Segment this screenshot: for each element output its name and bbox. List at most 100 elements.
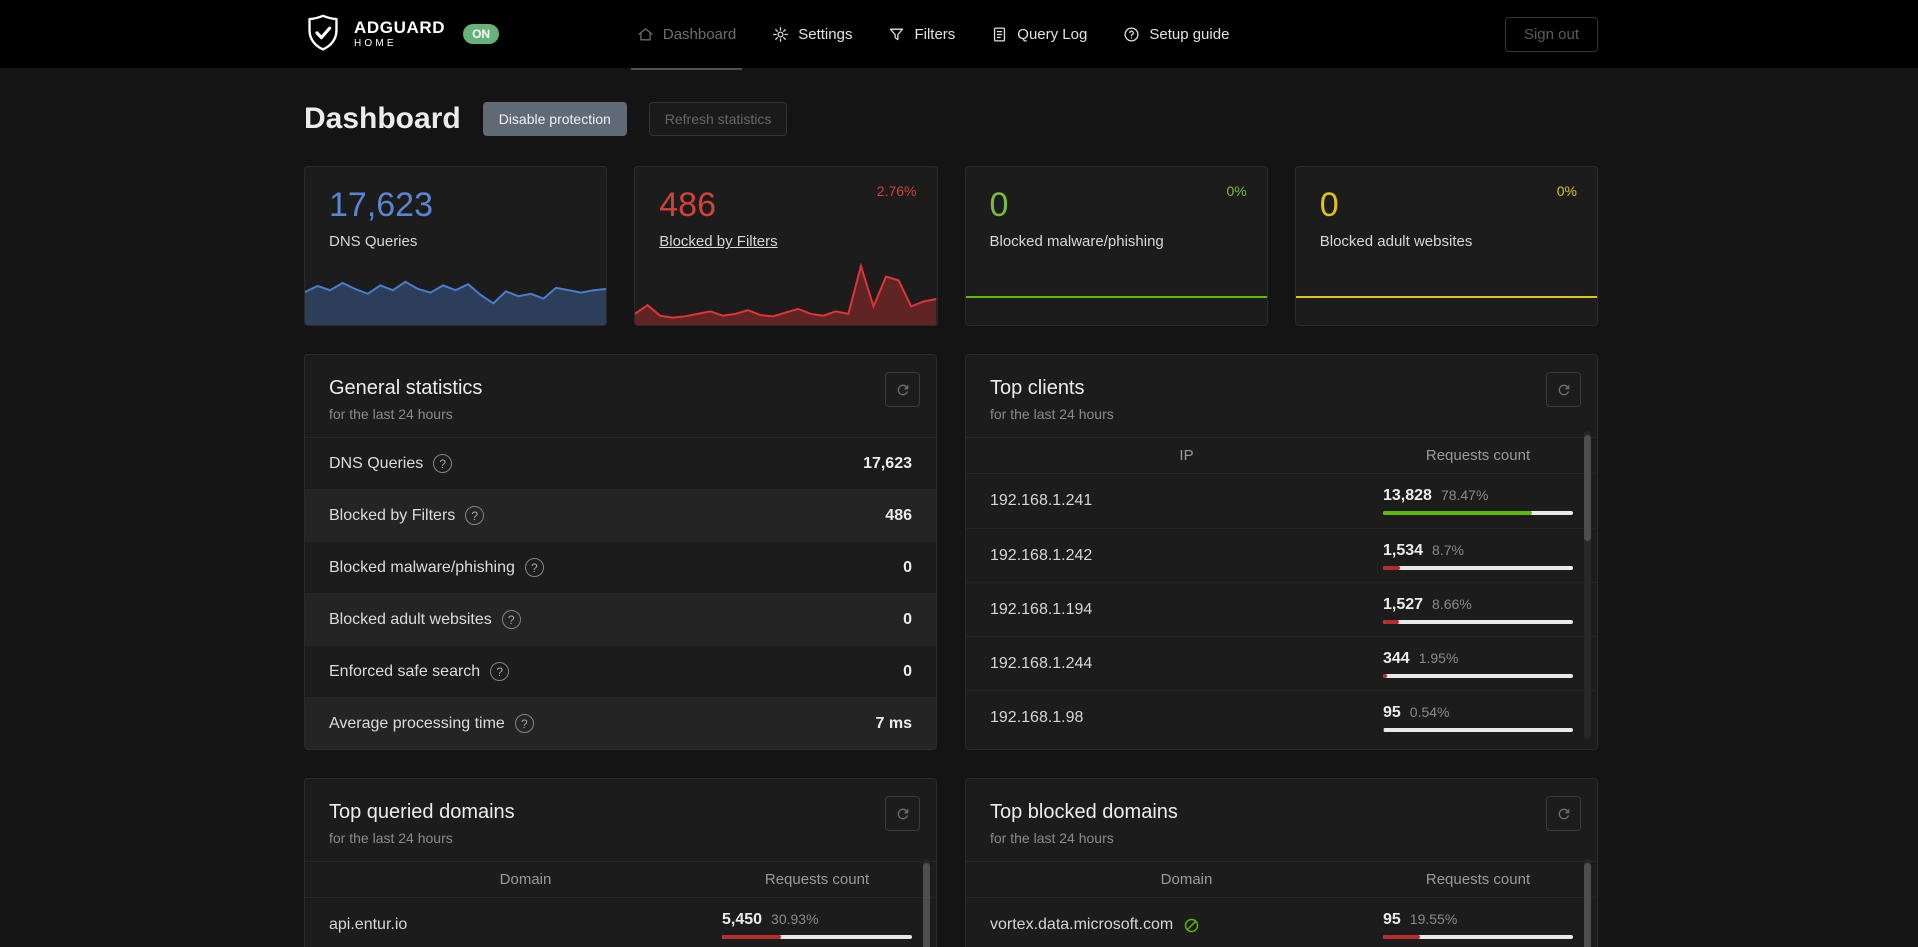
adguard-home-logo[interactable]: ADGUARD HOME ON — [304, 12, 500, 56]
blocked-by-filters-link[interactable]: Blocked by Filters — [659, 233, 777, 250]
general-stats-row: Average processing time ? 7 ms — [305, 697, 936, 749]
top-blocked-domains-card: Top blocked domains for the last 24 hour… — [965, 778, 1598, 947]
help-icon[interactable]: ? — [514, 714, 534, 733]
stat-row-label: Average processing time — [329, 714, 505, 732]
top-blocked-table-header: Domain Requests count — [966, 861, 1597, 898]
client-requests: 344 1.95% — [1383, 650, 1573, 678]
top-clients-header: Top clients for the last 24 hours — [966, 355, 1597, 437]
blocked-by-filters-sparkline — [635, 263, 937, 325]
stat-cards-row: 17,623 DNS Queries 2.76% 486 Blocked by … — [304, 166, 1598, 326]
nav-item-setup-guide[interactable]: Setup guide — [1123, 0, 1229, 68]
help-icon[interactable]: ? — [490, 662, 510, 681]
scrollbar-thumb[interactable] — [1584, 863, 1591, 947]
scrollbar-thumb[interactable] — [923, 863, 930, 947]
requests-bar-fill — [1383, 935, 1421, 939]
stat-row-value: 486 — [885, 506, 912, 524]
help-icon[interactable]: ? — [524, 558, 544, 577]
column-header-ip: IP — [1179, 447, 1194, 464]
brand-name: ADGUARD — [354, 17, 446, 37]
top-queried-table-header: Domain Requests count — [305, 861, 936, 898]
nav-label-filters: Filters — [914, 25, 956, 43]
filters-funnel-icon — [890, 28, 904, 40]
help-icon[interactable]: ? — [433, 454, 453, 473]
help-icon[interactable]: ? — [501, 610, 521, 629]
top-queried-header: Top queried domains for the last 24 hour… — [305, 779, 936, 861]
domain-percent: 19.55% — [1409, 911, 1458, 927]
refresh-icon — [1558, 808, 1569, 819]
requests-bar — [1383, 935, 1573, 939]
domain-row: vortex.data.microsoft.com 95 19.55% — [966, 898, 1597, 947]
top-queried-title: Top queried domains — [329, 801, 515, 823]
stat-row-value: 17,623 — [863, 454, 912, 472]
client-requests: 95 0.54% — [1383, 704, 1573, 732]
blocked-domain-icon — [1183, 917, 1200, 934]
setup-guide-help-icon — [1124, 26, 1139, 42]
brand-text: ADGUARD HOME — [354, 17, 446, 49]
nav-label-setup-guide: Setup guide — [1149, 25, 1230, 43]
nav-item-dashboard[interactable]: Dashboard — [630, 0, 743, 70]
top-clients-card: Top clients for the last 24 hours IP Req… — [965, 354, 1598, 750]
sign-out-button[interactable]: Sign out — [1504, 16, 1598, 52]
stat-row-label: Enforced safe search — [329, 662, 481, 680]
nav-item-filters[interactable]: Filters — [888, 0, 955, 68]
client-percent: 8.66% — [1432, 595, 1472, 612]
client-percent: 1.95% — [1418, 649, 1459, 666]
nav-item-settings[interactable]: Settings — [772, 0, 852, 68]
blocked-adult-sparkline — [1296, 269, 1597, 325]
blocked-malware-value: 0 — [989, 186, 1009, 224]
top-blocked-refresh-button[interactable] — [1546, 796, 1581, 831]
general-statistics-header: General statistics for the last 24 hours — [305, 355, 936, 437]
nav-label-dashboard: Dashboard — [662, 25, 737, 43]
requests-bar-fill — [1383, 565, 1400, 570]
column-header-requests-count: Requests count — [1425, 447, 1531, 464]
general-statistics-refresh-button[interactable] — [885, 372, 920, 407]
client-count: 1,527 — [1383, 595, 1424, 613]
blocked-domain: vortex.data.microsoft.com — [990, 916, 1174, 933]
refresh-icon — [1558, 384, 1569, 395]
top-queried-domains-card: Top queried domains for the last 24 hour… — [304, 778, 937, 947]
client-count: 13,828 — [1383, 487, 1432, 504]
top-navbar: ADGUARD HOME ON Dashboard Settings Filte… — [0, 0, 1918, 70]
general-stats-row: Enforced safe search ? 0 — [305, 645, 936, 697]
client-percent: 8.7% — [1432, 541, 1464, 558]
requests-bar — [1383, 565, 1573, 570]
client-requests: 1,534 8.7% — [1383, 542, 1573, 570]
disable-protection-button[interactable]: Disable protection — [482, 102, 627, 136]
refresh-icon — [897, 384, 908, 395]
stat-row-label: DNS Queries — [329, 454, 424, 472]
adguard-shield-icon — [304, 12, 342, 56]
top-queried-refresh-button[interactable] — [885, 796, 920, 831]
general-stats-row: Blocked malware/phishing ? 0 — [305, 541, 936, 593]
general-statistics-card: General statistics for the last 24 hours… — [304, 354, 937, 750]
blocked-by-filters-card: 2.76% 486 Blocked by Filters — [634, 166, 938, 326]
queried-domain: api.entur.io — [329, 916, 408, 933]
nav-item-query-log[interactable]: Query Log — [991, 0, 1087, 68]
nav-menu: Dashboard Settings Filters Query Log Set… — [630, 0, 1229, 70]
blocked-adult-label: Blocked adult websites — [1319, 233, 1473, 251]
blocked-by-filters-percent: 2.76% — [876, 183, 917, 199]
client-row: 192.168.1.244 344 1.95% — [966, 636, 1597, 690]
column-header-domain: Domain — [1160, 871, 1213, 888]
requests-bar — [722, 935, 912, 939]
requests-bar-fill — [722, 935, 781, 939]
requests-bar — [1383, 511, 1573, 515]
domain-count: 95 — [1383, 911, 1401, 928]
general-statistics-title: General statistics — [329, 377, 483, 399]
column-header-domain: Domain — [499, 871, 552, 888]
blocked-malware-label: Blocked malware/phishing — [989, 233, 1164, 251]
requests-bar-fill — [1383, 619, 1400, 624]
stat-row-value: 0 — [903, 662, 912, 680]
help-icon[interactable]: ? — [465, 506, 485, 525]
scrollbar-thumb[interactable] — [1584, 435, 1591, 541]
client-count: 95 — [1383, 703, 1401, 721]
general-statistics-table: DNS Queries ? 17,623 Blocked by Filters … — [305, 437, 936, 749]
stat-row-label: Blocked adult websites — [329, 610, 492, 628]
refresh-statistics-button[interactable]: Refresh statistics — [648, 102, 788, 136]
blocked-malware-percent: 0% — [1226, 183, 1247, 199]
requests-bar — [1383, 619, 1573, 624]
blocked-adult-percent: 0% — [1556, 183, 1577, 199]
query-log-document-icon — [994, 26, 1006, 42]
domain-row: api.entur.io 5,450 30.93% — [305, 898, 936, 947]
top-clients-refresh-button[interactable] — [1546, 372, 1581, 407]
requests-bar-fill — [1383, 511, 1533, 515]
